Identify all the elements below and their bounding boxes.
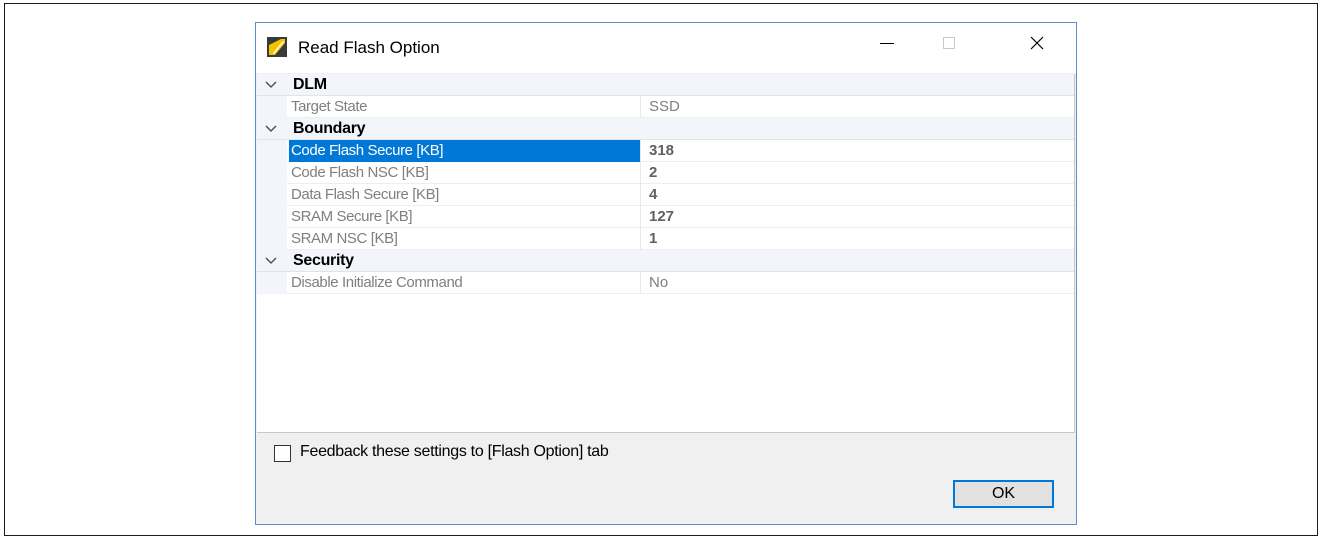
property-row-disable-initialize-command[interactable]: Disable Initialize Command No: [257, 272, 1074, 294]
property-name-selected[interactable]: Code Flash Secure [KB]: [289, 140, 641, 162]
property-grid[interactable]: DLM Target State SSD Boundary Code Flash…: [257, 74, 1075, 433]
minimize-button[interactable]: [864, 23, 910, 63]
chevron-down-icon[interactable]: [264, 123, 278, 135]
property-name[interactable]: Target State: [289, 96, 641, 118]
property-row-target-state[interactable]: Target State SSD: [257, 96, 1074, 118]
chevron-down-icon[interactable]: [264, 255, 278, 267]
property-row-sram-secure[interactable]: SRAM Secure [KB] 127: [257, 206, 1074, 228]
chevron-down-icon[interactable]: [264, 79, 278, 91]
property-name[interactable]: Data Flash Secure [KB]: [289, 184, 641, 206]
property-name[interactable]: Code Flash NSC [KB]: [289, 162, 641, 184]
property-value[interactable]: 318: [649, 140, 674, 161]
title-bar[interactable]: Read Flash Option: [256, 23, 1076, 73]
maximize-icon: [943, 37, 955, 49]
feedback-checkbox[interactable]: [274, 445, 291, 462]
close-icon: [1030, 36, 1044, 50]
property-name[interactable]: SRAM Secure [KB]: [289, 206, 641, 228]
property-value[interactable]: SSD: [649, 96, 680, 117]
category-label: DLM: [293, 76, 327, 93]
category-boundary[interactable]: Boundary: [257, 118, 1074, 140]
window-title: Read Flash Option: [298, 38, 440, 57]
property-value[interactable]: 1: [649, 228, 657, 249]
property-row-code-flash-nsc[interactable]: Code Flash NSC [KB] 2: [257, 162, 1074, 184]
category-label: Security: [293, 252, 354, 269]
property-row-sram-nsc[interactable]: SRAM NSC [KB] 1: [257, 228, 1074, 250]
property-value[interactable]: 2: [649, 162, 657, 183]
flash-tool-app-icon: [267, 37, 287, 57]
property-value[interactable]: 127: [649, 206, 674, 227]
read-flash-option-dialog: Read Flash Option DLM Target State SSD B…: [255, 22, 1077, 525]
property-name[interactable]: Disable Initialize Command: [289, 272, 641, 294]
property-row-code-flash-secure[interactable]: Code Flash Secure [KB] 318: [257, 140, 1074, 162]
ok-button[interactable]: OK: [953, 480, 1054, 508]
property-value[interactable]: No: [649, 272, 668, 293]
feedback-checkbox-label[interactable]: Feedback these settings to [Flash Option…: [300, 443, 609, 461]
maximize-button[interactable]: [926, 23, 972, 63]
property-value[interactable]: 4: [649, 184, 657, 205]
category-dlm[interactable]: DLM: [257, 74, 1074, 96]
category-label: Boundary: [293, 120, 366, 137]
minimize-icon: [880, 43, 894, 44]
property-row-data-flash-secure[interactable]: Data Flash Secure [KB] 4: [257, 184, 1074, 206]
property-name[interactable]: SRAM NSC [KB]: [289, 228, 641, 250]
category-security[interactable]: Security: [257, 250, 1074, 272]
close-button[interactable]: [1014, 23, 1060, 63]
